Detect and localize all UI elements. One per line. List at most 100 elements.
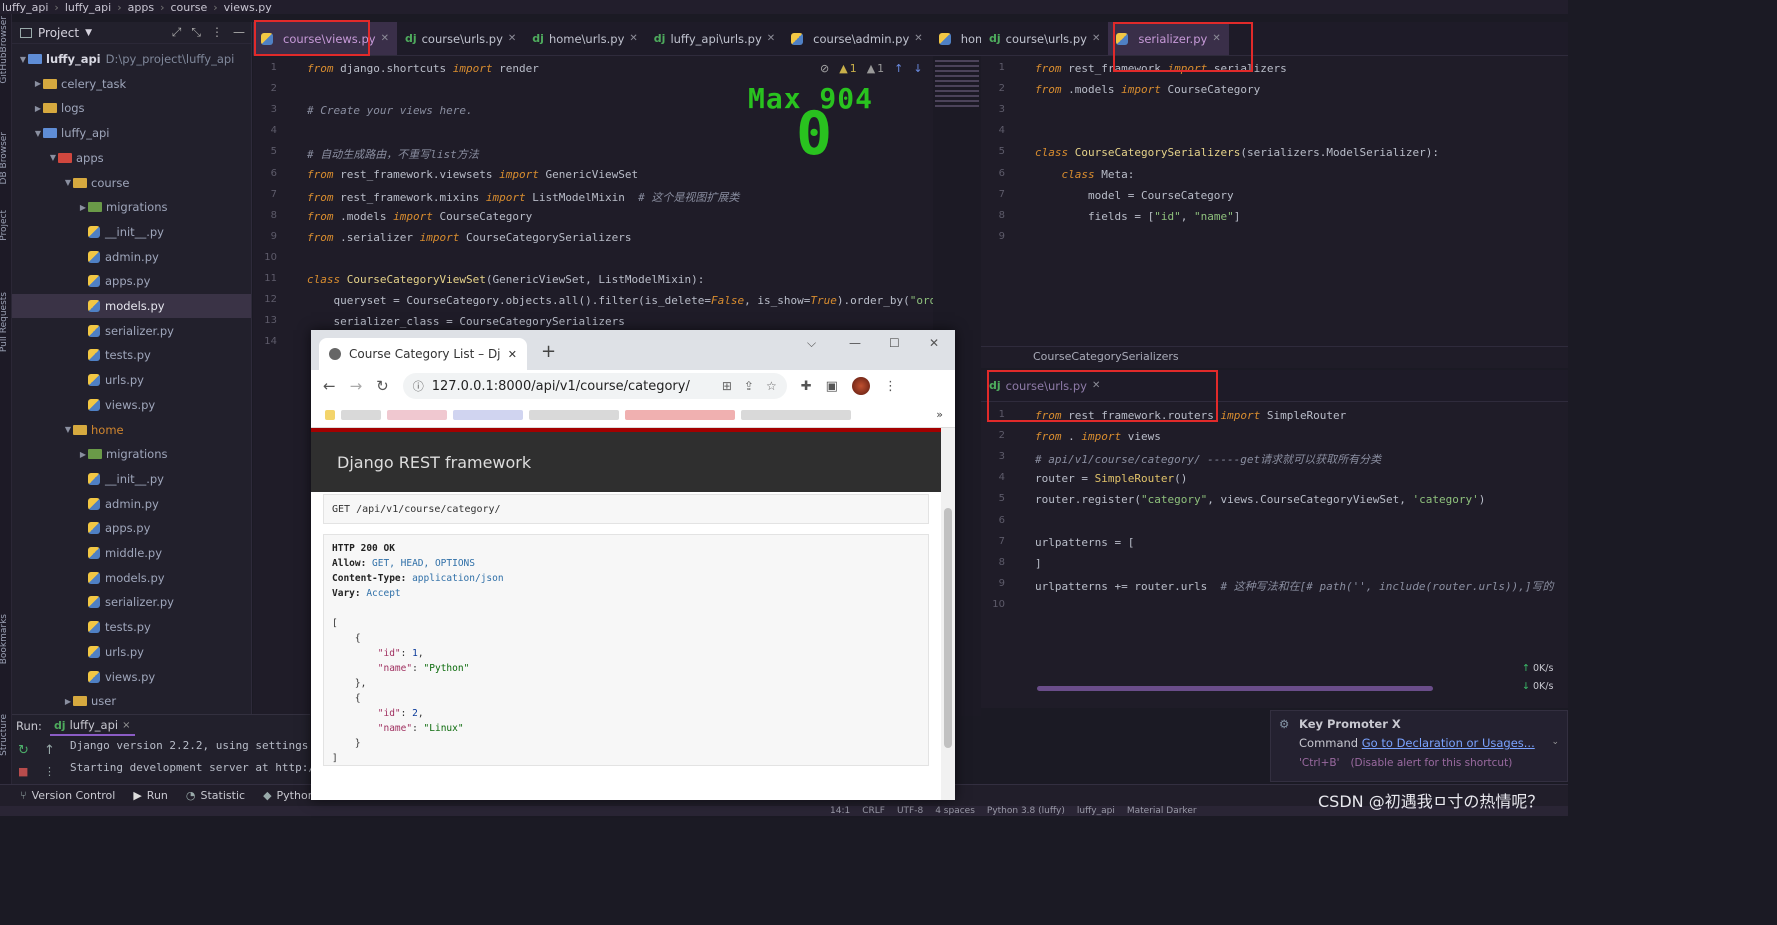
tree-item[interactable]: serializer.py xyxy=(12,590,251,614)
chevron-right-icon[interactable]: ▶ xyxy=(33,79,43,88)
breadcrumb-item[interactable]: luffy_api xyxy=(65,1,111,14)
prev-highlight-icon[interactable]: ↑ xyxy=(894,62,903,75)
tree-item[interactable]: ▼ home xyxy=(12,418,251,442)
tree-item[interactable]: serializer.py xyxy=(12,319,251,343)
tool-window-button[interactable]: ◔ Statistic xyxy=(186,789,245,802)
menu-icon[interactable]: ⋮ xyxy=(884,379,897,394)
address-bar[interactable]: ⓘ 127.0.0.1:8000/api/v1/course/category/… xyxy=(402,373,787,399)
close-window-icon[interactable]: ✕ xyxy=(929,336,939,350)
editor-tab[interactable]: dj course\urls.py ✕ xyxy=(981,370,1108,401)
editor-tab[interactable]: course\views.py ✕ xyxy=(253,22,397,55)
bookmark-star-icon[interactable]: ☆ xyxy=(766,379,777,393)
translate-icon[interactable]: ⊞ xyxy=(722,379,732,393)
tree-item[interactable]: ▶ celery_task xyxy=(12,72,251,96)
close-tab-icon[interactable]: ✕ xyxy=(1092,380,1100,391)
tool-window-button[interactable]: ▶ Run xyxy=(133,789,168,802)
rerun-icon[interactable]: ↻ xyxy=(18,743,29,758)
tree-item[interactable]: admin.py xyxy=(12,245,251,269)
bookmark-item[interactable] xyxy=(387,409,447,420)
browser-tab[interactable]: Course Category List – Django ✕ xyxy=(319,338,527,370)
options-icon[interactable]: ⋮ xyxy=(211,25,223,40)
expand-icon[interactable]: ⤢ xyxy=(172,25,182,40)
tree-item[interactable]: ▼ luffy_api xyxy=(12,121,251,145)
scrollbar-thumb[interactable] xyxy=(944,508,952,748)
next-highlight-icon[interactable]: ↓ xyxy=(913,62,922,75)
serializer-breadcrumb[interactable]: CourseCategorySerializers xyxy=(981,346,1568,368)
tree-item[interactable]: apps.py xyxy=(12,269,251,293)
drf-brand[interactable]: Django REST framework xyxy=(337,453,531,472)
tree-item[interactable]: ▶ logs xyxy=(12,96,251,120)
minimize-icon[interactable]: — xyxy=(849,336,861,350)
back-icon[interactable]: ← xyxy=(323,377,336,395)
tool-window-label[interactable]: GitHubBrowser xyxy=(0,16,9,84)
close-tab-icon[interactable]: ✕ xyxy=(508,348,517,361)
site-info-icon[interactable]: ⓘ xyxy=(413,378,424,394)
status-item[interactable]: 4 spaces xyxy=(935,806,975,816)
close-tab-icon[interactable]: ✕ xyxy=(629,33,637,44)
breadcrumb-item[interactable]: apps xyxy=(128,1,154,14)
editor-tab[interactable]: course\admin.py ✕ xyxy=(783,22,931,55)
breadcrumb-item[interactable]: course xyxy=(170,1,207,14)
tree-item[interactable]: models.py xyxy=(12,566,251,590)
tree-item[interactable]: ▼ course xyxy=(12,171,251,195)
chevron-down-icon[interactable]: ▼ xyxy=(48,153,58,162)
close-tab-icon[interactable]: ✕ xyxy=(914,33,922,44)
status-item[interactable]: Python 3.8 (luffy) xyxy=(987,806,1065,816)
tree-item[interactable]: models.py xyxy=(12,294,251,318)
chevron-down-icon[interactable]: ▼ xyxy=(85,28,92,38)
hide-icon[interactable]: — xyxy=(233,25,245,40)
reload-icon[interactable]: ↻ xyxy=(376,377,389,395)
tree-item[interactable]: ▶ migrations xyxy=(12,195,251,219)
tool-window-label[interactable]: Bookmarks xyxy=(0,614,9,664)
tree-item[interactable]: __init__.py xyxy=(12,220,251,244)
more-icon[interactable]: ⋮ xyxy=(44,765,55,778)
project-view-selector[interactable]: Project xyxy=(38,26,79,40)
tab-search-icon[interactable]: ⌵ xyxy=(807,336,816,351)
status-item[interactable]: Material Darker xyxy=(1127,806,1197,816)
chevron-right-icon[interactable]: ▶ xyxy=(78,203,88,212)
run-config-tab[interactable]: dj luffy_api × xyxy=(49,716,135,736)
chevron-down-icon[interactable]: ▼ xyxy=(63,425,73,434)
tree-item[interactable]: ▶ migrations xyxy=(12,442,251,466)
breadcrumb-item[interactable]: views.py xyxy=(224,1,272,14)
tree-item[interactable]: ▶ user xyxy=(12,689,251,713)
chevron-right-icon[interactable]: ▶ xyxy=(78,450,88,459)
close-tab-icon[interactable]: ✕ xyxy=(508,33,516,44)
editor-tab[interactable]: dj course\urls.py ✕ xyxy=(981,22,1108,55)
editor-tab[interactable]: serializer.py ✕ xyxy=(1108,22,1229,55)
close-tab-icon[interactable]: ✕ xyxy=(381,33,389,44)
avatar[interactable] xyxy=(851,377,870,395)
collapse-icon[interactable]: ⤡ xyxy=(191,25,201,40)
editor-tab[interactable]: dj luffy_api\urls.py ✕ xyxy=(646,22,783,55)
new-tab-icon[interactable]: + xyxy=(541,341,556,362)
sidebar-icon[interactable]: ▣ xyxy=(826,379,838,394)
horizontal-scrollbar[interactable] xyxy=(1037,686,1433,691)
chevron-down-icon[interactable]: ⌄ xyxy=(1551,737,1559,747)
tree-item[interactable]: tests.py xyxy=(12,343,251,367)
tree-item[interactable]: admin.py xyxy=(12,492,251,516)
editor-urls[interactable]: 1 from rest_framework.routers import Simp… xyxy=(981,402,1568,708)
tree-item[interactable]: ▼ apps xyxy=(12,146,251,170)
tree-item[interactable]: tests.py xyxy=(12,615,251,639)
tree-item[interactable]: middle.py xyxy=(12,541,251,565)
tool-window-label[interactable]: DB Browser xyxy=(0,132,9,184)
tree-item[interactable]: urls.py xyxy=(12,640,251,664)
editor-tab[interactable]: dj course\urls.py ✕ xyxy=(397,22,524,55)
more-bookmarks-icon[interactable]: » xyxy=(936,408,943,421)
tool-window-label[interactable]: Structure xyxy=(0,714,9,756)
bookmark-item[interactable] xyxy=(741,409,851,420)
inspection-widget[interactable]: ⊘ ▲ 1 ▲ 1 ↑ ↓ xyxy=(820,62,923,75)
chevron-right-icon[interactable]: ▶ xyxy=(33,104,43,113)
close-tab-icon[interactable]: ✕ xyxy=(767,33,775,44)
scroll-up-icon[interactable]: ↑ xyxy=(44,743,55,758)
close-tab-icon[interactable]: ✕ xyxy=(1092,33,1100,44)
chevron-down-icon[interactable]: ▼ xyxy=(63,178,73,187)
stop-icon[interactable]: ■ xyxy=(18,765,28,778)
reader-mode-icon[interactable]: ⊘ xyxy=(820,62,829,75)
bookmark-item[interactable] xyxy=(341,409,381,420)
tree-item[interactable]: urls.py xyxy=(12,368,251,392)
page-scrollbar[interactable] xyxy=(941,428,955,800)
tree-item[interactable]: ▼ luffy_api D:\py_project\luffy_api xyxy=(12,47,251,71)
status-item[interactable]: luffy_api xyxy=(1077,806,1115,816)
status-item[interactable]: CRLF xyxy=(862,806,885,816)
